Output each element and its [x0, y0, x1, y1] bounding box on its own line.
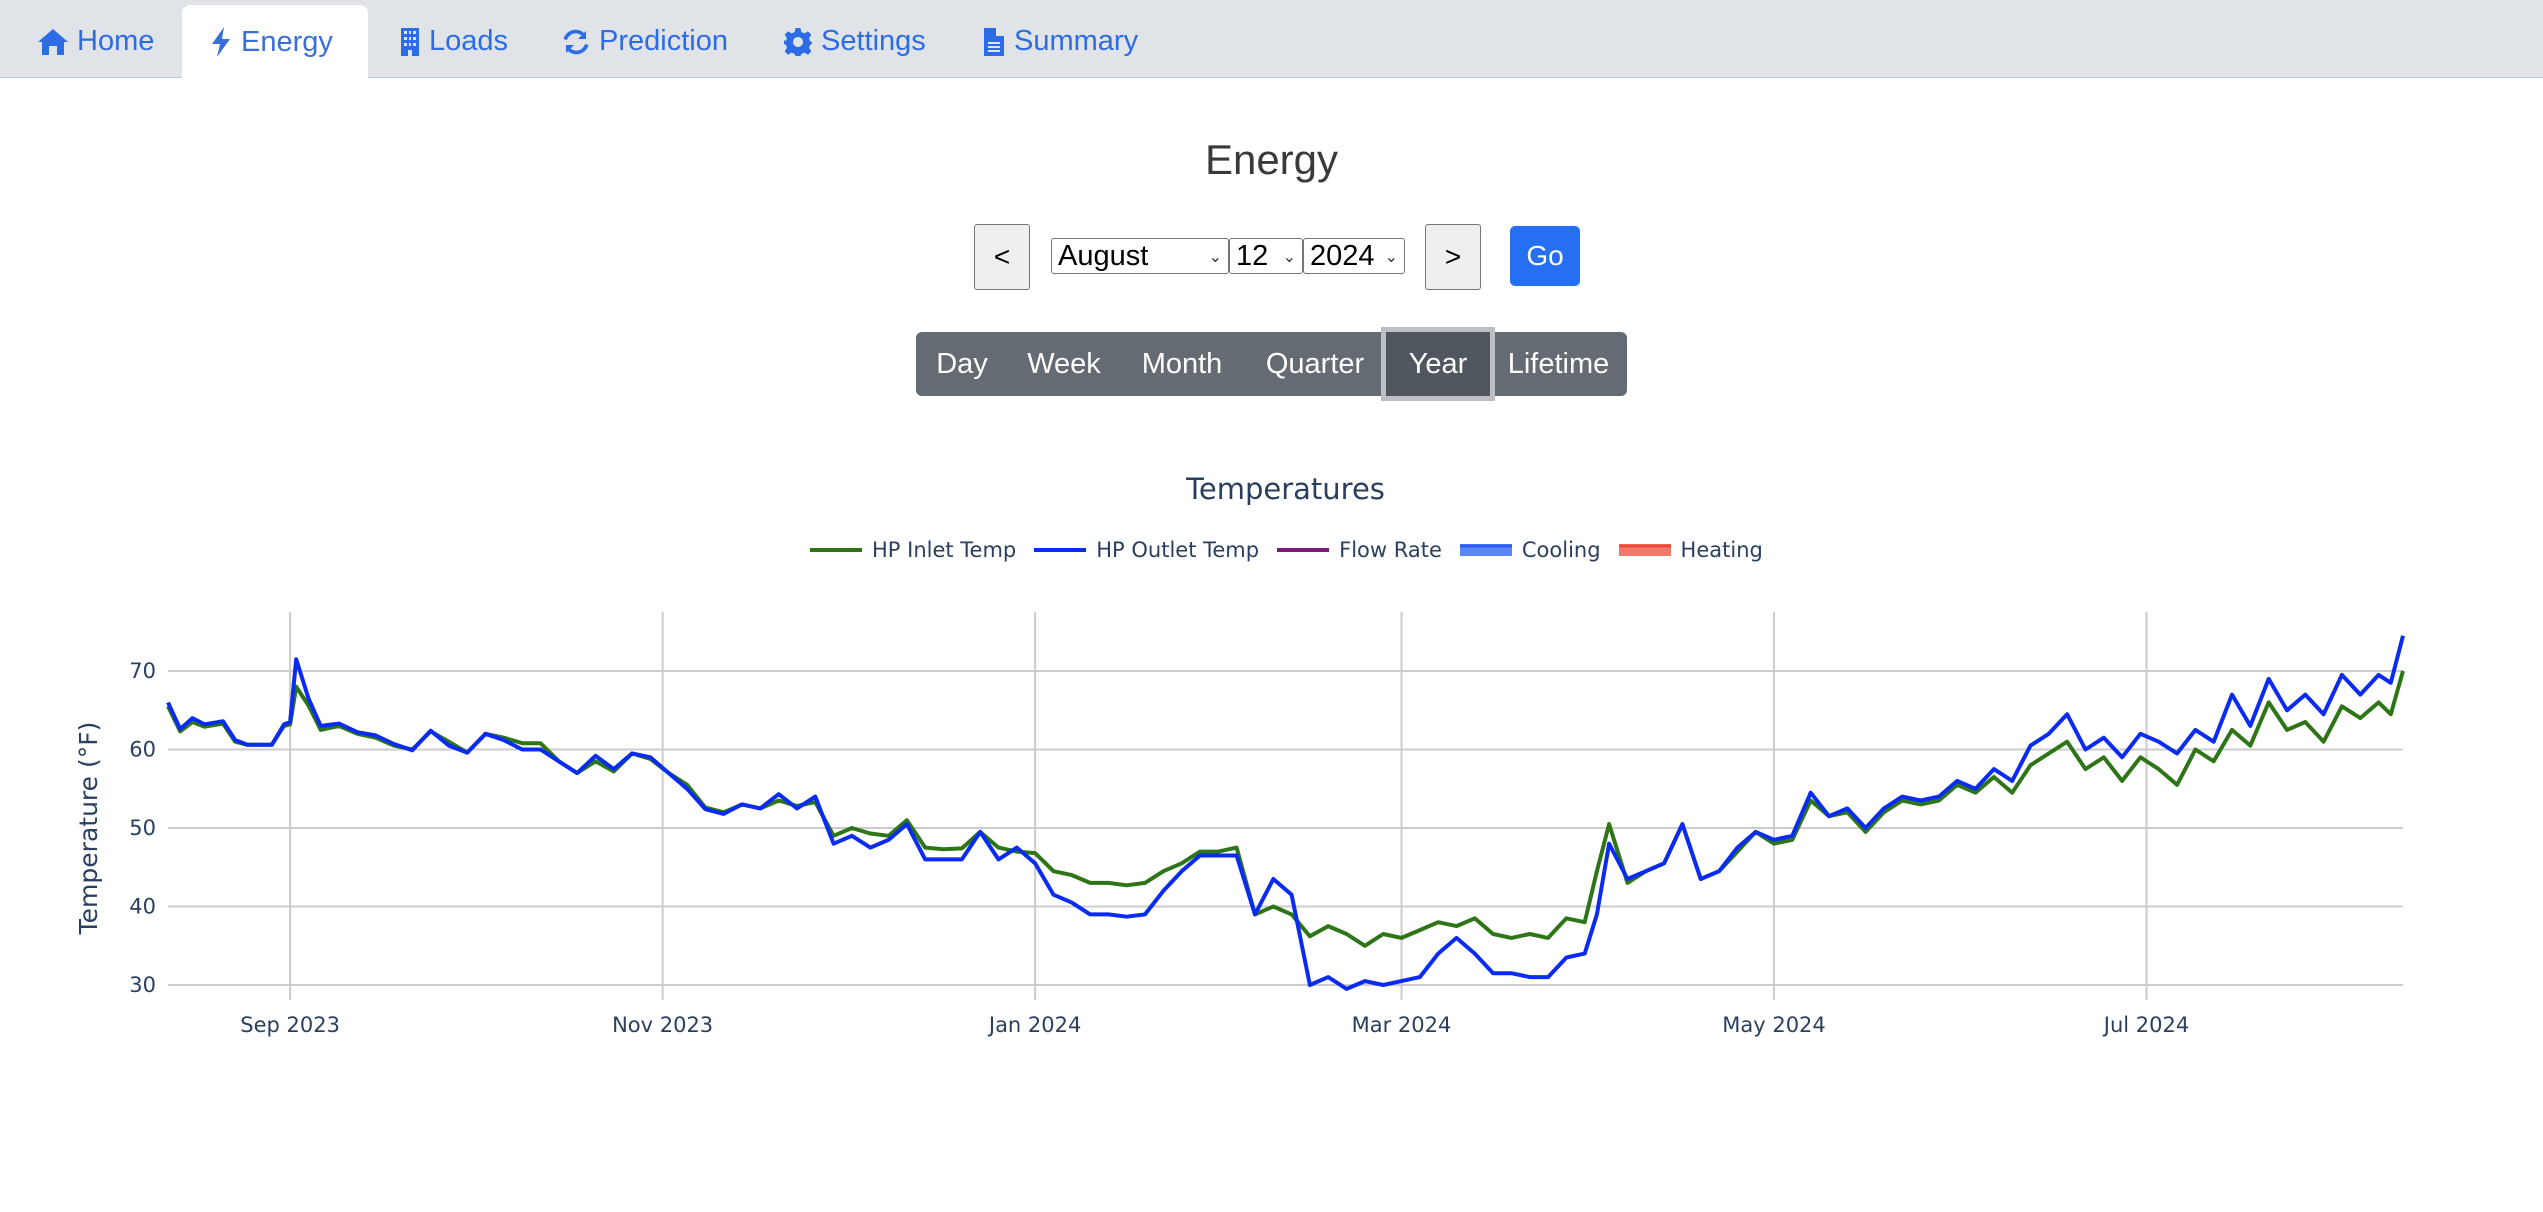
previous-date-button[interactable]: <: [974, 224, 1030, 290]
tab-prediction[interactable]: Prediction: [534, 5, 755, 78]
legend-label: HP Outlet Temp: [1096, 538, 1260, 562]
legend-swatch-inlet: [810, 548, 862, 552]
inlet-temp-line[interactable]: [166, 670, 2405, 948]
bolt-icon: [212, 27, 230, 57]
period-year-button[interactable]: Year: [1386, 332, 1490, 396]
go-button[interactable]: Go: [1510, 226, 1580, 286]
x-tick-label: Nov 2023: [612, 1013, 713, 1037]
y-tick-label: 40: [129, 895, 156, 919]
legend-label: HP Inlet Temp: [872, 538, 1017, 562]
chart-legend: HP Inlet Temp HP Outlet Temp Flow Rate C…: [810, 538, 1781, 562]
tab-home[interactable]: Home: [10, 5, 181, 78]
legend-swatch-outlet: [1034, 548, 1087, 552]
building-icon: [401, 27, 419, 56]
tab-label: Prediction: [599, 25, 728, 57]
grid: [168, 612, 2403, 1000]
period-week-button[interactable]: Week: [1008, 332, 1120, 396]
y-tick-label: 30: [129, 973, 156, 997]
tab-label: Home: [77, 25, 155, 57]
axes: 30 40 50 60 70 Sep 2023 Nov 2023 Jan 2024 Mar 20…: [74, 659, 2189, 1037]
y-tick-label: 60: [129, 738, 156, 762]
y-tick-label: 50: [129, 816, 156, 840]
chevron-down-icon: ⌄: [1384, 249, 1398, 266]
legend-swatch-cooling: [1459, 544, 1512, 556]
x-tick-label: Jul 2024: [2102, 1013, 2189, 1037]
tab-label: Energy: [241, 25, 333, 58]
page-title: Energy: [1204, 136, 1339, 183]
document-icon: [984, 27, 1004, 56]
gear-icon: [784, 27, 812, 56]
legend-item-outlet[interactable]: HP Outlet Temp: [1034, 538, 1259, 562]
tab-loads[interactable]: Loads: [372, 5, 535, 78]
home-icon: [38, 28, 68, 55]
year-value: 2024: [1310, 239, 1375, 272]
y-tick-label: 70: [129, 659, 156, 683]
top-nav: Home Energy Loads Prediction Settings Su…: [0, 0, 2543, 79]
x-tick-label: Jan 2024: [987, 1013, 1082, 1037]
next-date-button[interactable]: >: [1425, 224, 1481, 290]
chevron-down-icon: ⌄: [1208, 249, 1222, 266]
tab-label: Loads: [429, 25, 509, 57]
x-tick-label: Sep 2023: [240, 1013, 340, 1037]
legend-item-heating[interactable]: Heating: [1618, 538, 1763, 562]
legend-item-inlet[interactable]: HP Inlet Temp: [810, 538, 1016, 562]
series: [166, 635, 2405, 991]
period-quarter-button[interactable]: Quarter: [1244, 332, 1386, 396]
day-value: 12: [1236, 239, 1269, 272]
year-select[interactable]: 2024 ⌄: [1303, 238, 1405, 274]
period-month-button[interactable]: Month: [1120, 332, 1244, 396]
tab-label: Settings: [821, 25, 926, 57]
x-tick-label: May 2024: [1722, 1013, 1826, 1037]
legend-label: Heating: [1680, 538, 1763, 562]
legend-item-cooling[interactable]: Cooling: [1459, 538, 1601, 562]
legend-item-flow-rate[interactable]: Flow Rate: [1277, 538, 1442, 562]
refresh-icon: [563, 29, 589, 54]
y-axis-title: Temperature (°F): [74, 722, 103, 936]
x-tick-label: Mar 2024: [1352, 1013, 1452, 1037]
month-value: August: [1058, 239, 1149, 272]
chevron-down-icon: ⌄: [1282, 249, 1296, 266]
tab-label: Summary: [1014, 25, 1139, 57]
legend-swatch-heating: [1618, 544, 1671, 556]
legend-label: Cooling: [1521, 538, 1601, 562]
tab-energy[interactable]: Energy: [182, 5, 368, 79]
temperature-chart[interactable]: 30 40 50 60 70 Sep 2023 Nov 2023 Jan 2024 Mar 20…: [0, 590, 2543, 1050]
day-select[interactable]: 12 ⌄: [1229, 238, 1303, 274]
tab-settings[interactable]: Settings: [756, 5, 953, 78]
legend-label: Flow Rate: [1339, 538, 1442, 562]
legend-swatch-flow-rate: [1277, 548, 1330, 552]
outlet-temp-line[interactable]: [166, 635, 2405, 991]
chart-title: Temperatures: [1186, 472, 1385, 506]
period-lifetime-button[interactable]: Lifetime: [1490, 332, 1627, 396]
period-day-button[interactable]: Day: [916, 332, 1008, 396]
tab-summary[interactable]: Summary: [955, 5, 1165, 78]
month-select[interactable]: August ⌄: [1051, 238, 1229, 274]
period-selector: Day Week Month Quarter Year Lifetime: [916, 332, 1627, 396]
